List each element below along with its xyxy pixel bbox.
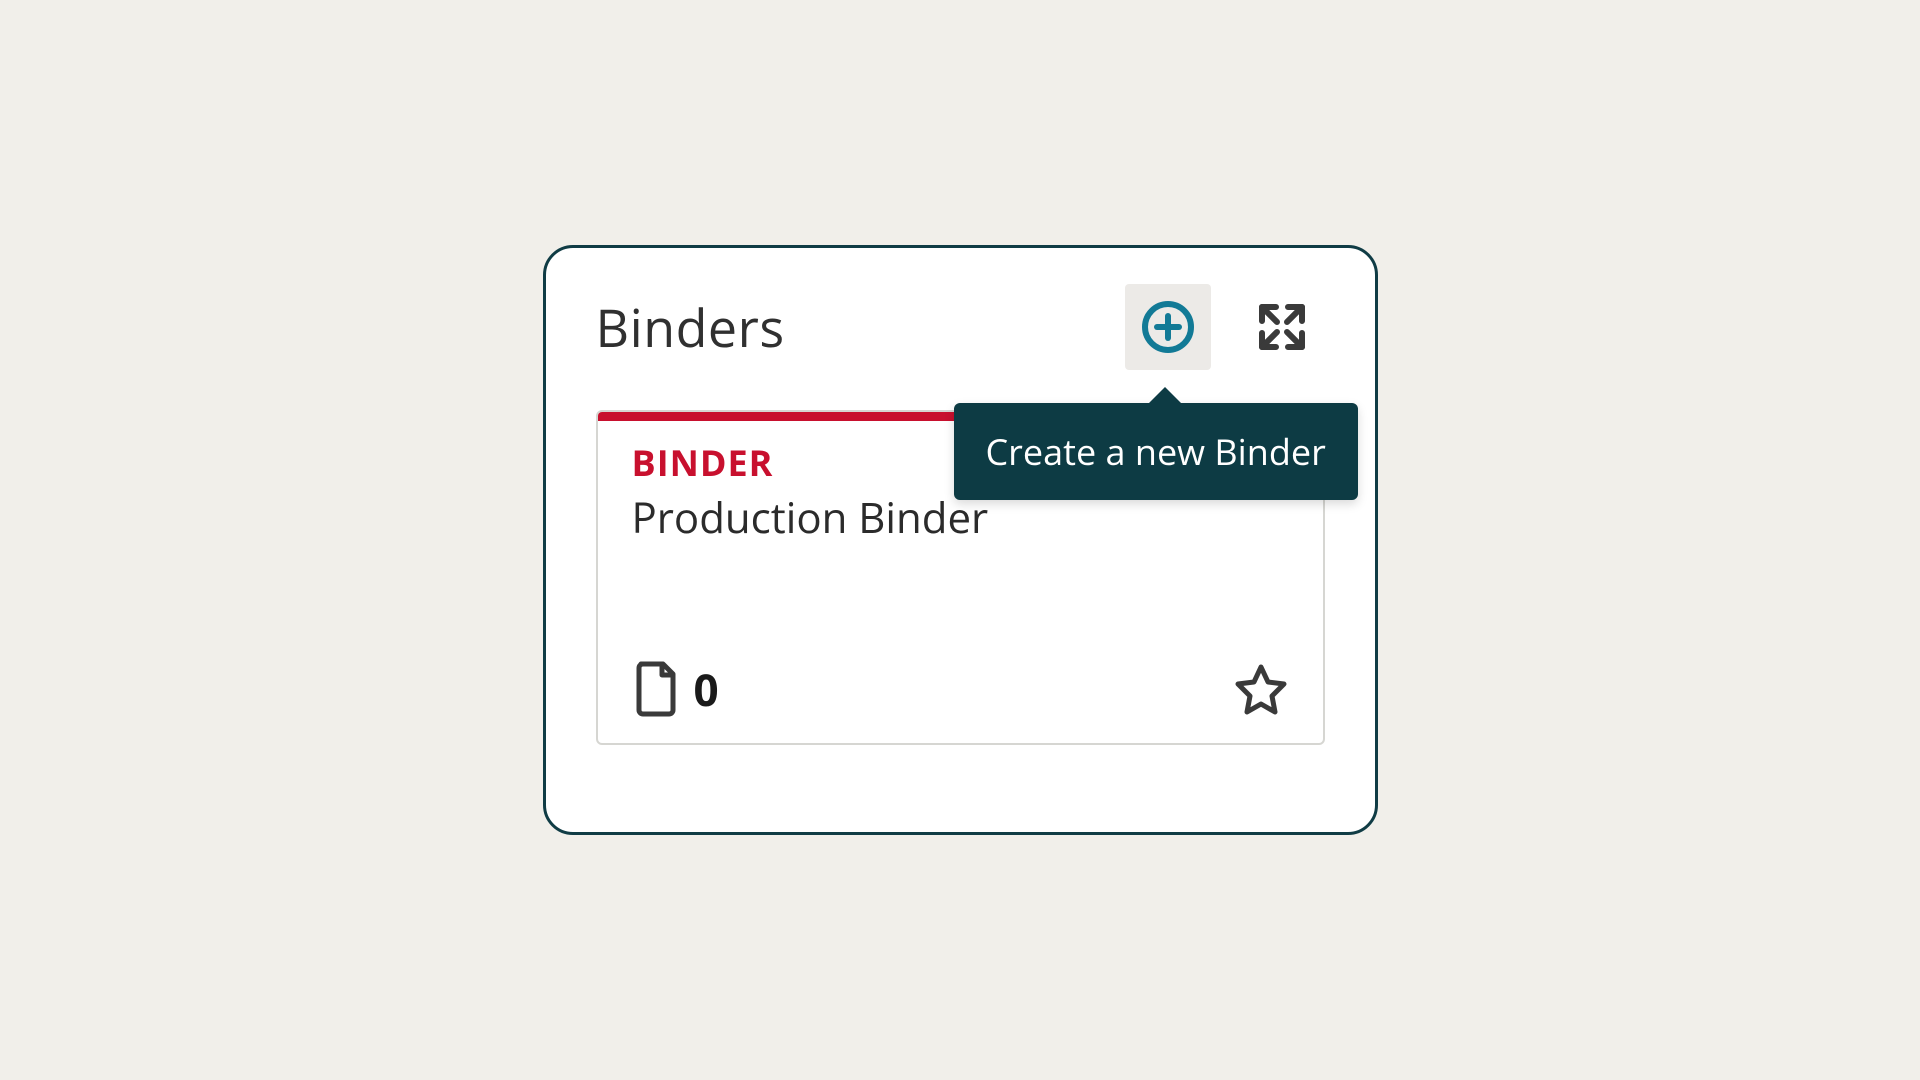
- panel-header: Binders: [596, 284, 1325, 370]
- document-count-value: 0: [694, 659, 719, 719]
- header-actions: [1125, 284, 1325, 370]
- document-count: 0: [632, 659, 719, 719]
- binder-footer: 0: [632, 659, 1289, 719]
- star-icon: [1233, 661, 1289, 717]
- create-binder-button[interactable]: [1125, 284, 1211, 370]
- plus-circle-icon: [1140, 299, 1196, 355]
- panel-title: Binders: [596, 292, 785, 363]
- expand-button[interactable]: [1239, 284, 1325, 370]
- create-binder-tooltip: Create a new Binder: [954, 403, 1358, 500]
- favorite-button[interactable]: [1233, 661, 1289, 717]
- document-icon: [632, 660, 680, 718]
- binders-panel: Binders: [543, 245, 1378, 835]
- expand-icon: [1254, 299, 1310, 355]
